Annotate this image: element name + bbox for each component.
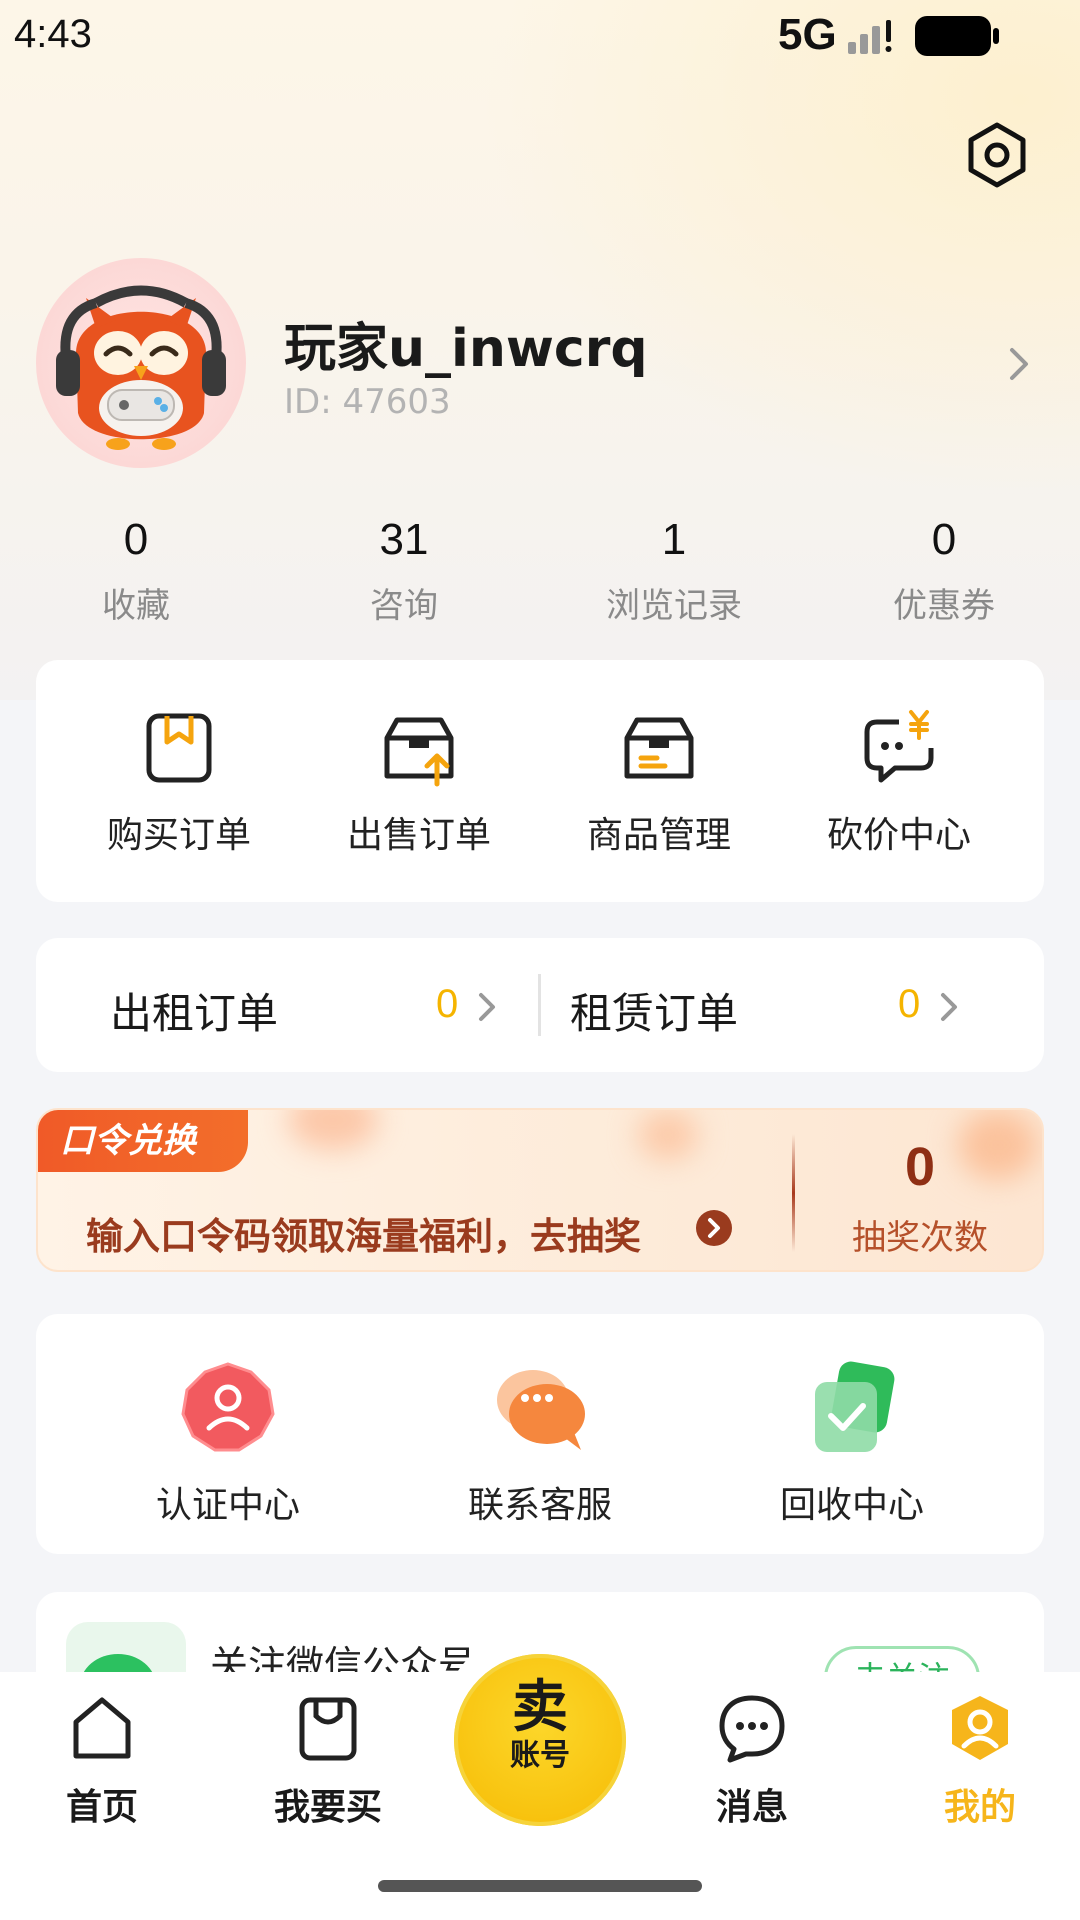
stat-history[interactable]: 1 浏览记录 xyxy=(574,510,774,627)
sell-label: 卖 xyxy=(512,1675,568,1740)
home-icon xyxy=(73,1697,131,1759)
tab-home[interactable]: 首页 xyxy=(22,1692,182,1830)
user-id: ID: 47603 xyxy=(284,382,451,422)
services-card: 认证中心 联系客服 回收中心 xyxy=(36,1314,1044,1554)
lottery-count-label: 抽奖次数 xyxy=(852,1218,988,1258)
orders-card: 购买订单 出售订单 商品管理 砍价中心 xyxy=(36,660,1044,902)
divider xyxy=(538,974,541,1036)
tab-messages[interactable]: 消息 xyxy=(672,1692,832,1830)
tab-mine[interactable]: 我的 xyxy=(900,1692,1060,1830)
promo-tag: 口令兑换 xyxy=(38,1110,248,1172)
lottery-count: 0 xyxy=(904,1137,936,1197)
home-indicator[interactable] xyxy=(378,1880,702,1892)
tab-label: 消息 xyxy=(715,1787,788,1828)
customer-service-button[interactable]: 联系客服 xyxy=(420,1358,660,1528)
promo-text[interactable]: 输入口令码领取海量福利，去抽奖 xyxy=(86,1206,641,1260)
stat-value: 0 xyxy=(931,515,957,564)
chevron-right-icon[interactable] xyxy=(938,990,960,1024)
sell-account-button[interactable]: 卖 账号 xyxy=(454,1654,626,1826)
product-manage-icon xyxy=(624,717,694,779)
username[interactable]: 玩家u_inwcrq xyxy=(284,306,648,381)
owl-mascot-icon xyxy=(56,285,226,450)
battery-icon xyxy=(915,16,999,56)
rent-out-orders-label[interactable]: 出租订单 xyxy=(110,980,278,1041)
sale-order-icon xyxy=(384,717,454,787)
service-label: 认证中心 xyxy=(155,1485,300,1526)
bargain-center-icon xyxy=(864,710,934,783)
order-label: 出售订单 xyxy=(346,815,491,856)
rent-card: 出租订单 0 租赁订单 0 xyxy=(36,938,1044,1072)
service-label: 联系客服 xyxy=(467,1485,612,1526)
purchase-order-button[interactable]: 购买订单 xyxy=(79,708,279,858)
stat-value: 1 xyxy=(661,515,687,564)
order-label: 砍价中心 xyxy=(826,815,971,856)
decor-blob xyxy=(288,1110,378,1150)
stat-label: 浏览记录 xyxy=(606,586,742,626)
recycle-center-button[interactable]: 回收中心 xyxy=(732,1358,972,1528)
stat-label: 收藏 xyxy=(102,586,170,626)
stat-label: 咨询 xyxy=(370,586,438,626)
customer-service-icon xyxy=(497,1370,585,1450)
signal-icon xyxy=(848,20,892,54)
redeem-code-banner[interactable]: 口令兑换 输入口令码领取海量福利，去抽奖 0 抽奖次数 xyxy=(36,1108,1044,1272)
stat-value: 0 xyxy=(123,515,149,564)
profile-icon xyxy=(952,1696,1008,1760)
tab-label: 我的 xyxy=(943,1787,1016,1828)
chat-bubble-icon xyxy=(719,1695,785,1763)
stats-row: 0 收藏 31 咨询 1 浏览记录 0 优惠券 xyxy=(0,510,1080,630)
rent-out-count: 0 xyxy=(436,982,459,1026)
stat-favorites[interactable]: 0 收藏 xyxy=(36,510,236,627)
divider xyxy=(792,1134,795,1252)
recycle-center-icon xyxy=(815,1361,895,1452)
stat-coupons[interactable]: 0 优惠券 xyxy=(844,510,1044,627)
chevron-right-icon[interactable] xyxy=(476,990,498,1024)
decor-blob xyxy=(638,1110,698,1160)
status-time: 4:43 xyxy=(14,12,92,56)
status-bar: 4:43 5G xyxy=(0,0,1080,72)
stat-value: 31 xyxy=(379,515,429,564)
chevron-right-icon[interactable] xyxy=(1002,344,1036,384)
stat-label: 优惠券 xyxy=(893,586,995,626)
rent-in-count: 0 xyxy=(898,982,921,1026)
tab-label: 首页 xyxy=(65,1787,138,1828)
order-label: 商品管理 xyxy=(586,815,731,856)
arrow-right-circle-icon[interactable] xyxy=(694,1208,734,1248)
rent-in-orders-label[interactable]: 租赁订单 xyxy=(570,980,738,1041)
bargain-center-button[interactable]: 砍价中心 xyxy=(799,708,999,858)
purchase-order-icon xyxy=(146,713,212,783)
tab-label: 我要买 xyxy=(273,1787,382,1828)
tab-buy[interactable]: 我要买 xyxy=(248,1692,408,1830)
stat-consult[interactable]: 31 咨询 xyxy=(304,510,504,627)
network-type: 5G xyxy=(778,10,837,59)
settings-icon[interactable] xyxy=(962,120,1032,190)
shopping-bag-icon xyxy=(299,1697,357,1761)
sell-sublabel: 账号 xyxy=(510,1738,570,1773)
verify-center-button[interactable]: 认证中心 xyxy=(108,1358,348,1528)
avatar[interactable] xyxy=(36,258,246,468)
order-label: 购买订单 xyxy=(106,815,251,856)
product-manage-button[interactable]: 商品管理 xyxy=(559,708,759,858)
sale-order-button[interactable]: 出售订单 xyxy=(319,708,519,858)
verify-center-icon xyxy=(181,1362,275,1452)
service-label: 回收中心 xyxy=(779,1485,924,1526)
